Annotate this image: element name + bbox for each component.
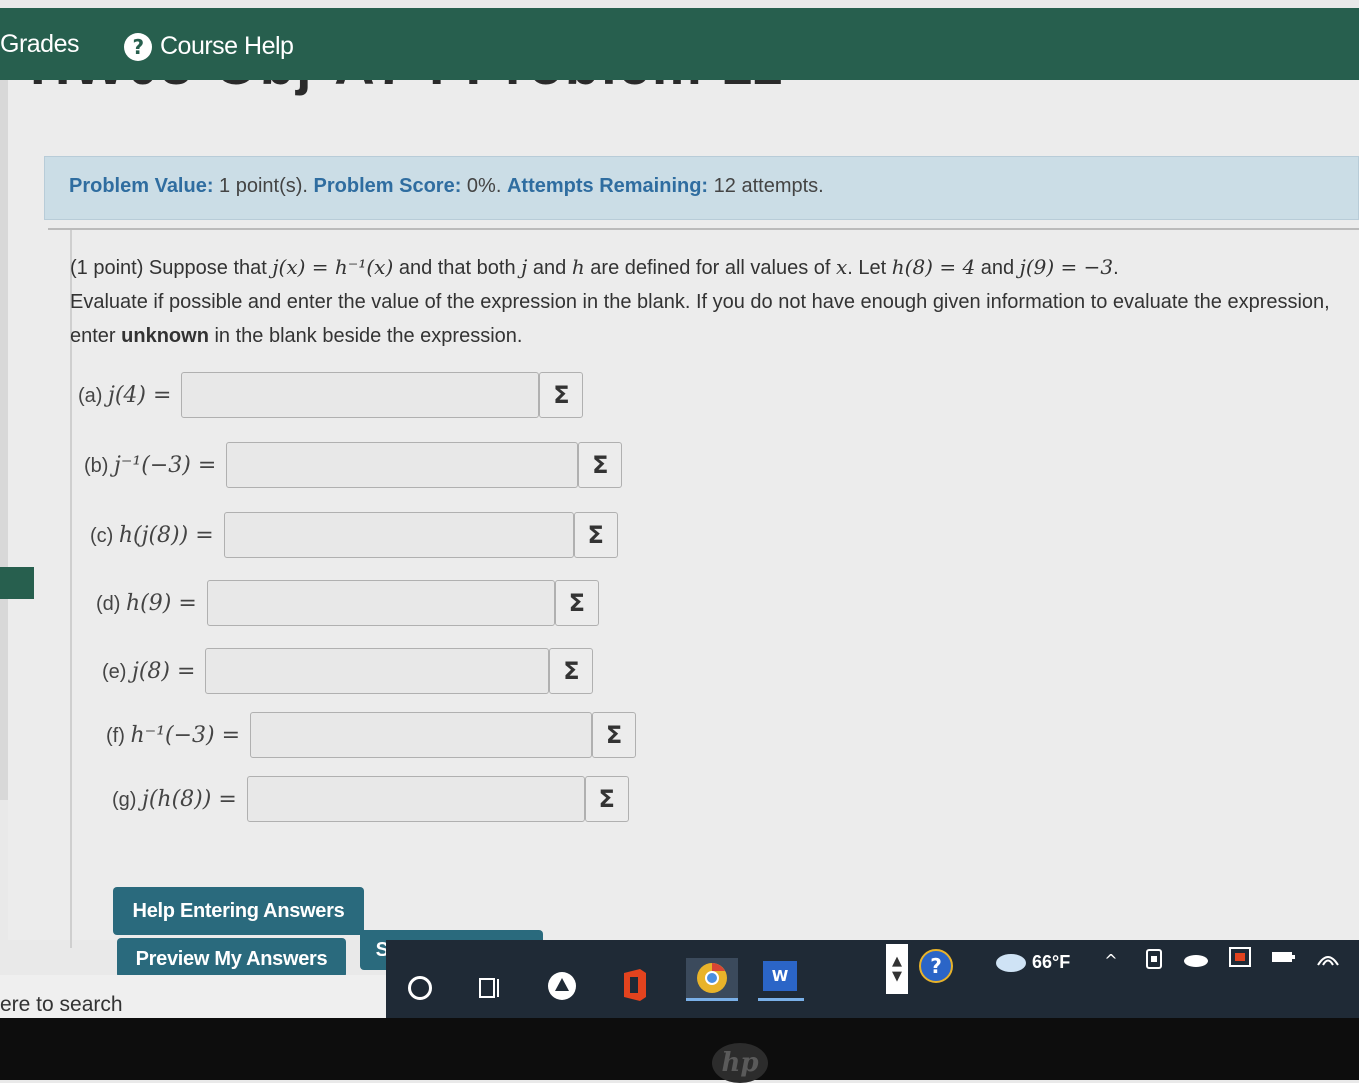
question-row-b: (b) j⁻¹(−3) = Σ [84, 442, 623, 488]
chevron-down-icon[interactable]: ▼ [892, 969, 902, 984]
unknown-keyword: unknown [121, 325, 209, 347]
tray-expand-icon[interactable]: ^ [1100, 948, 1122, 972]
question-label-f: (f) h⁻¹(−3) = [106, 722, 241, 748]
course-help-label: Course Help [160, 32, 294, 60]
course-help-tab[interactable]: ? Course Help [124, 32, 294, 61]
top-nav-bar: Grades ? Course Help [0, 8, 1359, 80]
question-label-g: (g) j(h(8)) = [112, 786, 237, 812]
attempts-remaining: 12 attempts. [708, 175, 824, 197]
device-tray-icon[interactable] [1142, 946, 1166, 974]
problem-score-label: Problem Score: [313, 175, 462, 197]
office-app-icon[interactable] [618, 966, 652, 1004]
problem-title-cut: HW08-Obj-A7 : Problem 11 [30, 80, 784, 102]
temperature-readout[interactable]: 66°F [1032, 950, 1070, 974]
left-edge [0, 80, 8, 800]
taskbar-search-box[interactable]: ere to search [0, 975, 386, 1020]
word-active-indicator [758, 998, 804, 1001]
windows-taskbar: W ▲ ▼ ? 66°F ^ [386, 940, 1359, 1018]
chrome-active-indicator [686, 998, 738, 1001]
question-row-d: (d) h(9) = Σ [96, 580, 599, 626]
wifi-icon[interactable] [1314, 944, 1342, 970]
problem-score: 0%. [461, 175, 502, 197]
battery-icon[interactable] [1270, 946, 1298, 968]
store-app-icon[interactable] [544, 968, 580, 1004]
sigma-button-g[interactable]: Σ [584, 776, 629, 822]
answer-input-b[interactable] [226, 442, 579, 488]
cortana-circle-icon[interactable] [404, 972, 436, 1004]
preview-answers-button[interactable]: Preview My Answers [117, 938, 346, 978]
problem-info-box: Problem Value: 1 point(s). Problem Score… [44, 156, 1359, 220]
scroll-arrows[interactable]: ▲ ▼ [886, 944, 908, 994]
question-label-a: (a) j(4) = [78, 382, 172, 408]
sigma-button-d[interactable]: Σ [554, 580, 599, 626]
grades-tab[interactable]: Grades [0, 30, 79, 59]
security-tray-icon[interactable] [1226, 944, 1254, 972]
onedrive-cloud-icon[interactable] [1180, 948, 1210, 970]
answer-input-a[interactable] [181, 372, 540, 418]
problem-statement: (1 point) Suppose that j(x) = h⁻¹(x) and… [70, 255, 1330, 347]
sigma-button-b[interactable]: Σ [578, 442, 623, 488]
sigma-button-c[interactable]: Σ [573, 512, 618, 558]
answer-input-g[interactable] [246, 776, 585, 822]
chevron-up-icon[interactable]: ▲ [892, 954, 902, 969]
answer-input-d[interactable] [206, 580, 555, 626]
task-view-icon[interactable] [474, 972, 506, 1004]
question-label-d: (d) h(9) = [96, 590, 197, 616]
chrome-app-icon[interactable] [686, 958, 738, 998]
question-row-c: (c) h(j(8)) = Σ [90, 512, 618, 558]
divider [48, 228, 1359, 230]
question-label-c: (c) h(j(8)) = [90, 522, 214, 548]
answer-input-f[interactable] [250, 712, 593, 758]
question-row-g: (g) j(h(8)) = Σ [112, 776, 629, 822]
answer-input-e[interactable] [205, 648, 550, 694]
hp-logo: hp [712, 1043, 768, 1083]
cloud-weather-icon[interactable] [992, 950, 1028, 974]
monitor-bezel [0, 1018, 1359, 1080]
help-circle-icon: ? [124, 32, 152, 61]
left-accent-tab[interactable] [0, 567, 34, 599]
question-row-e: (e) j(8) = Σ [102, 648, 594, 694]
sigma-button-f[interactable]: Σ [592, 712, 637, 758]
help-entering-answers-button[interactable]: Help Entering Answers [113, 887, 364, 935]
question-row-f: (f) h⁻¹(−3) = Σ [106, 712, 637, 758]
sigma-button-e[interactable]: Σ [549, 648, 594, 694]
help-tray-icon[interactable]: ? [918, 948, 954, 984]
question-row-a: (a) j(4) = Σ [78, 372, 584, 418]
search-placeholder: ere to search [0, 993, 123, 1016]
problem-value: 1 point(s). [213, 175, 308, 197]
question-label-e: (e) j(8) = [102, 658, 196, 684]
question-label-b: (b) j⁻¹(−3) = [84, 452, 217, 478]
answer-input-c[interactable] [223, 512, 574, 558]
attempts-label: Attempts Remaining: [506, 175, 709, 197]
sigma-button-a[interactable]: Σ [539, 372, 584, 418]
word-app-icon[interactable]: W [758, 958, 802, 994]
problem-value-label: Problem Value: [69, 175, 214, 197]
